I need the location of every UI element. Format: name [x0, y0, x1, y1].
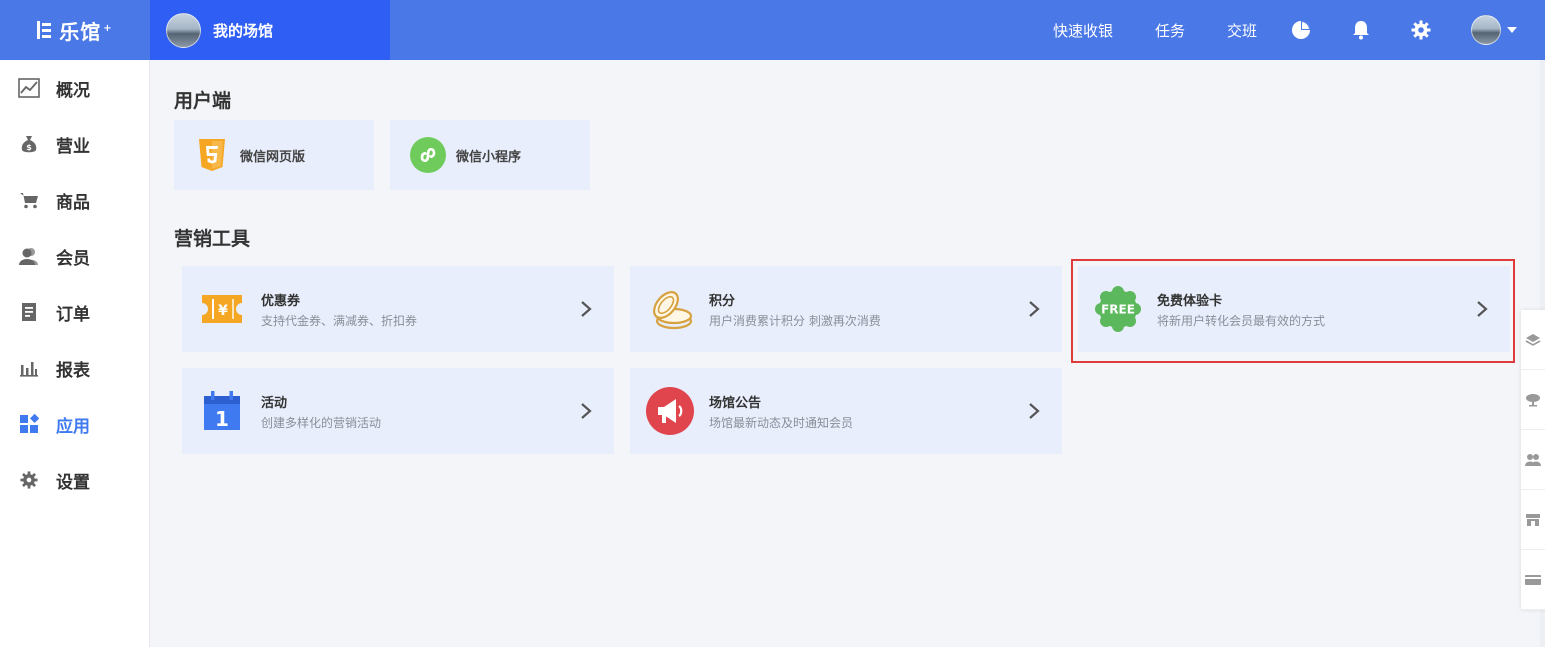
- user-icon: [18, 245, 40, 267]
- wechat-miniprogram-label: 微信小程序: [456, 149, 522, 165]
- sidebar-item-label: 报表: [56, 360, 90, 381]
- tool-activity[interactable]: 1 活动 创建多样化的营销活动: [182, 368, 614, 454]
- monitor-icon[interactable]: [1521, 370, 1545, 430]
- header-actions: 快速收银 任务 交班: [1053, 0, 1545, 60]
- mini-program-icon: [410, 137, 446, 173]
- sidebar-item-apps[interactable]: 应用: [0, 396, 149, 452]
- calendar-day: 1: [215, 407, 229, 431]
- user-avatar[interactable]: [1471, 15, 1501, 45]
- tool-announcement[interactable]: 场馆公告 场馆最新动态及时通知会员: [630, 368, 1062, 454]
- app-logo[interactable]: 乐馆 +: [0, 0, 150, 60]
- megaphone-icon: [645, 386, 695, 436]
- sidebar-item-label: 设置: [56, 472, 90, 493]
- sidebar-item-settings[interactable]: 设置: [0, 452, 149, 508]
- chevron-right-icon: [1024, 401, 1044, 421]
- sidebar-item-business[interactable]: $ 营业: [0, 116, 149, 172]
- tool-coupon[interactable]: ¥ 优惠券 支持代金券、满减券、折扣券: [182, 266, 614, 352]
- venue-avatar: [166, 12, 201, 48]
- gear-icon: [18, 469, 40, 491]
- cart-icon: [18, 189, 40, 211]
- sidebar-item-label: 营业: [56, 136, 90, 157]
- sidebar-item-label: 订单: [56, 304, 90, 325]
- bar-chart-icon: [18, 357, 40, 379]
- gear-icon[interactable]: [1411, 20, 1431, 40]
- client-section-title: 用户端: [174, 90, 232, 112]
- sidebar-item-members[interactable]: 会员: [0, 228, 149, 284]
- sidebar-item-orders[interactable]: 订单: [0, 284, 149, 340]
- apps-icon: [18, 413, 40, 435]
- layers-icon[interactable]: [1521, 310, 1545, 370]
- highlight-box: [1071, 259, 1515, 363]
- vip-card-icon[interactable]: [1521, 550, 1545, 610]
- bell-icon[interactable]: [1351, 20, 1371, 40]
- tool-name: 活动: [261, 395, 288, 411]
- pie-chart-icon[interactable]: [1291, 20, 1311, 40]
- chevron-right-icon: [1024, 299, 1044, 319]
- chevron-down-icon[interactable]: [1507, 27, 1517, 33]
- logo-mark-icon: [37, 21, 52, 39]
- sidebar-item-label: 应用: [56, 416, 90, 437]
- sidebar-item-products[interactable]: 商品: [0, 172, 149, 228]
- svg-text:$: $: [26, 143, 32, 152]
- trend-chart-icon: [18, 77, 40, 99]
- tasks-link[interactable]: 任务: [1155, 20, 1185, 41]
- wechat-web-label: 微信网页版: [240, 149, 306, 165]
- venue-switcher[interactable]: 我的场馆: [150, 0, 390, 60]
- sidebar-item-overview[interactable]: 概况: [0, 60, 149, 116]
- quick-checkout-link[interactable]: 快速收银: [1053, 20, 1113, 41]
- tool-desc: 创建多样化的营销活动: [261, 415, 382, 430]
- receipt-icon: [18, 301, 40, 323]
- svg-text:¥: ¥: [218, 303, 228, 319]
- tool-name: 积分: [709, 293, 736, 309]
- chevron-right-icon: [576, 299, 596, 319]
- tool-name: 优惠券: [261, 293, 301, 309]
- coupon-icon: ¥: [197, 284, 247, 334]
- floating-toolbar: [1521, 310, 1545, 610]
- calendar-icon: 1: [197, 386, 247, 436]
- tool-desc: 支持代金券、满减券、折扣券: [261, 313, 418, 328]
- money-bag-icon: $: [18, 133, 40, 155]
- wechat-web-card[interactable]: 微信网页版: [174, 120, 374, 190]
- tool-desc: 用户消费累计积分 刺激再次消费: [709, 313, 881, 328]
- sidebar: 概况 $ 营业 商品 会员 订单 报表 应用 设置: [0, 60, 150, 647]
- main-content: 用户端 微信网页版 微信小程序 营销工具 ¥ 优惠券 支持代金券、满减券、折扣券…: [150, 60, 1522, 647]
- users-icon[interactable]: [1521, 430, 1545, 490]
- wechat-miniprogram-card[interactable]: 微信小程序: [390, 120, 590, 190]
- html5-icon: [194, 137, 230, 173]
- store-icon[interactable]: [1521, 490, 1545, 550]
- coins-icon: [645, 284, 695, 334]
- sidebar-item-label: 概况: [56, 80, 90, 101]
- chevron-right-icon: [576, 401, 596, 421]
- logo-sup: +: [103, 22, 113, 34]
- marketing-section-title: 营销工具: [174, 228, 251, 250]
- shift-handover-link[interactable]: 交班: [1227, 20, 1257, 41]
- tool-desc: 场馆最新动态及时通知会员: [709, 415, 854, 430]
- sidebar-item-reports[interactable]: 报表: [0, 340, 149, 396]
- tool-points[interactable]: 积分 用户消费累计积分 刺激再次消费: [630, 266, 1062, 352]
- venue-name: 我的场馆: [213, 21, 274, 40]
- sidebar-item-label: 会员: [56, 248, 90, 269]
- top-bar: 乐馆 + 我的场馆 快速收银 任务 交班: [0, 0, 1545, 60]
- logo-text: 乐馆: [59, 19, 102, 44]
- sidebar-item-label: 商品: [56, 192, 90, 213]
- tool-name: 场馆公告: [709, 395, 762, 411]
